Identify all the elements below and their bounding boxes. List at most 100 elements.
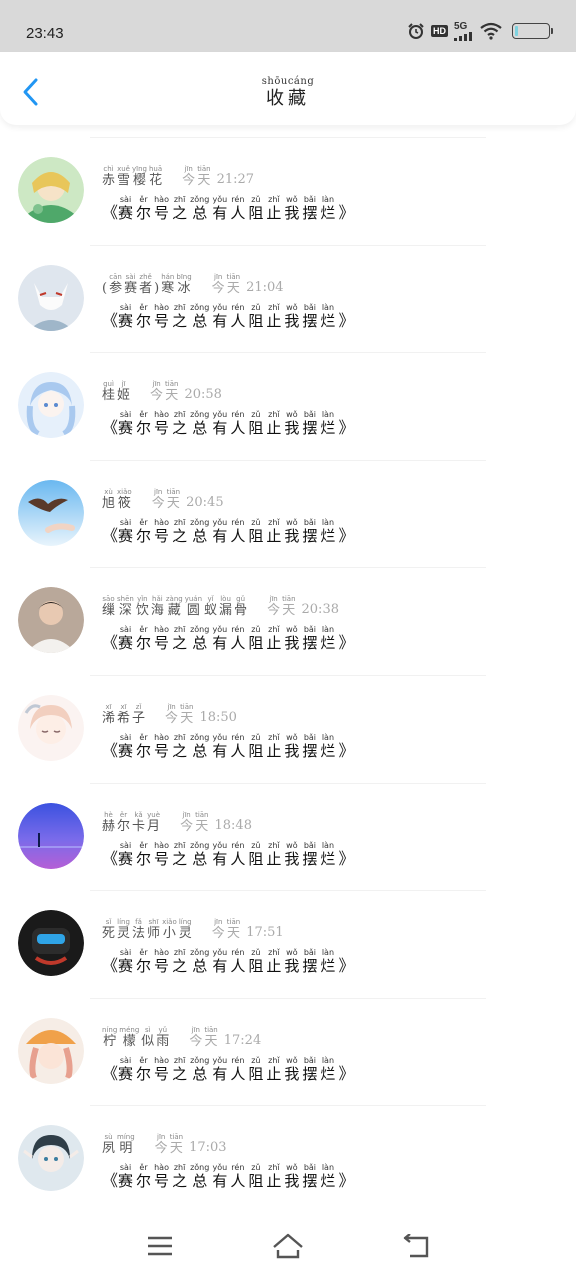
avatar[interactable] <box>18 802 84 869</box>
page-title-text: 收藏 <box>266 88 310 109</box>
title-char: 总zǒng <box>190 840 210 868</box>
post-title[interactable]: 《赛sài 尔ěr 号hào 之zhī 总zǒng 有yǒu 人rén 阻zǔ 止zhǐ 我wǒ 摆… <box>102 948 354 976</box>
list-item[interactable]: 旭xù 筱xiǎo 今jīn 天tiān 20:45 《赛sài 尔ěr 号hào 之zhī 总z… <box>0 459 576 568</box>
nickname: 赤chì 雪xuě 樱yīng 花huā <box>102 165 164 188</box>
nickname-char: 雪xuě <box>117 165 131 188</box>
list-item[interactable]: 桂guì 姬jī 今jīn 天tiān 20:58 《赛sài 尔ěr 号hào 之zhī 总zǒ… <box>0 352 576 460</box>
day-char: 今jīn <box>165 702 179 726</box>
title-char: 之zhī <box>172 1163 188 1191</box>
avatar-dark-robot <box>18 910 84 977</box>
nickname-char: 灵líng <box>178 918 192 942</box>
day-char: 今jīn <box>211 918 225 942</box>
post-title-text: 赛sài 尔ěr 号hào 之zhī 总zǒng 有yǒu 人rén 阻zǔ 止zhǐ 我wǒ 摆b… <box>118 733 338 761</box>
list-item[interactable]: 柠níng 檬méng 似sì 雨yǔ 今jīn 天tiān 17:24 《赛sài 尔ěr 号h… <box>0 997 576 1106</box>
title-char: 止zhǐ <box>266 1163 282 1191</box>
system-back-button[interactable] <box>396 1230 436 1262</box>
avatar-bird-sky <box>18 479 84 546</box>
avatar[interactable] <box>18 372 84 439</box>
timestamp: 17:03 <box>189 1140 227 1156</box>
avatar[interactable] <box>18 587 84 654</box>
title-char: 之zhī <box>172 195 188 222</box>
nickname-char: 法fǎ <box>132 918 146 942</box>
avatar[interactable] <box>18 157 84 223</box>
title-char: 我wǒ <box>284 1163 300 1191</box>
title-char: 有yǒu <box>212 410 228 438</box>
post-title[interactable]: 《赛sài 尔ěr 号hào 之zhī 总zǒng 有yǒu 人rén 阻zǔ 止zhǐ 我wǒ 摆… <box>102 625 354 653</box>
title-close-mark: 》 <box>338 1063 355 1083</box>
post-title[interactable]: 《赛sài 尔ěr 号hào 之zhī 总zǒng 有yǒu 人rén 阻zǔ 止zhǐ 我wǒ 摆… <box>102 303 354 331</box>
post-title-text: 赛sài 尔ěr 号hào 之zhī 总zǒng 有yǒu 人rén 阻zǔ 止zhǐ 我wǒ 摆b… <box>118 518 338 546</box>
title-open-mark: 《 <box>102 740 119 760</box>
title-char: 号hào <box>154 732 170 760</box>
item-meta: 死sǐ 灵líng 法fǎ 师shī 小xiǎo 灵líng 今jīn 天tiān 17:51 <box>102 918 284 941</box>
nickname: 夙sù 明míng <box>102 1133 137 1156</box>
title-char: 之zhī <box>172 517 188 545</box>
nickname: 缫sāo 深shēn 饮yǐn 海hǎi 藏zàng 圆yuán 蚁yǐ 漏lòu 骨gǔ <box>102 595 249 618</box>
nickname-char: 师shī <box>147 918 161 942</box>
post-title[interactable]: 《赛sài 尔ěr 号hào 之zhī 总zǒng 有yǒu 人rén 阻zǔ 止zhǐ 我wǒ 摆… <box>102 410 354 438</box>
title-char: 赛sài <box>118 302 134 330</box>
day-char: 天tiān <box>197 165 211 188</box>
list-item[interactable]: (参cān 赛sài 者zhě) 寒hán 冰bīng 今jīn 天tiān 21:04 《赛s… <box>0 244 576 353</box>
timestamp: 20:58 <box>184 387 222 403</box>
title-close-mark: 》 <box>338 956 355 976</box>
title-char: 之zhī <box>172 410 188 438</box>
nickname-char: 希xī <box>117 702 131 726</box>
post-title[interactable]: 《赛sài 尔ěr 号hào 之zhī 总zǒng 有yǒu 人rén 阻zǔ 止zhǐ 我wǒ 摆… <box>102 733 354 761</box>
title-char: 之zhī <box>172 840 188 868</box>
item-meta: 浠xī 希xī 子zǐ 今jīn 天tiān 18:50 <box>102 703 237 726</box>
list-item[interactable]: 赤chì 雪xuě 樱yīng 花huā 今jīn 天tiān 21:27 《赛sài 尔ěr 号… <box>0 137 576 245</box>
list-item[interactable]: 死sǐ 灵líng 法fǎ 师shī 小xiǎo 灵líng 今jīn 天tiān 17:51 《… <box>0 890 576 998</box>
avatar[interactable] <box>18 694 84 761</box>
title-char: 之zhī <box>172 625 188 653</box>
title-char: 总zǒng <box>190 195 210 222</box>
avatar-boy-photo <box>18 587 84 654</box>
day-label: 今jīn 天tiān <box>212 273 242 296</box>
menu-button[interactable] <box>140 1230 180 1262</box>
post-title[interactable]: 《赛sài 尔ěr 号hào 之zhī 总zǒng 有yǒu 人rén 阻zǔ 止zhǐ 我wǒ 摆… <box>102 1163 354 1191</box>
avatar[interactable] <box>18 1125 84 1192</box>
title-char: 我wǒ <box>284 840 300 868</box>
post-title[interactable]: 《赛sài 尔ěr 号hào 之zhī 总zǒng 有yǒu 人rén 阻zǔ 止zhǐ 我wǒ 摆… <box>102 518 354 546</box>
title-char: 尔ěr <box>136 410 152 438</box>
system-nav-bar <box>0 1216 576 1280</box>
title-char: 有yǒu <box>212 625 228 653</box>
home-button[interactable] <box>268 1230 308 1262</box>
avatar[interactable] <box>18 479 84 546</box>
list-divider <box>90 352 486 354</box>
nickname-char: 花huā <box>149 165 163 188</box>
title-close-mark: 》 <box>338 203 355 222</box>
title-close-mark: 》 <box>338 740 355 760</box>
title-close-mark: 》 <box>338 633 355 653</box>
nickname-char: 子zǐ <box>132 702 146 726</box>
title-char: 人rén <box>230 1163 246 1191</box>
title-char: 总zǒng <box>190 1055 210 1083</box>
title-char: 赛sài <box>118 840 134 868</box>
title-close-mark: 》 <box>338 310 355 330</box>
title-char: 总zǒng <box>190 732 210 760</box>
avatar[interactable] <box>18 264 84 331</box>
title-char: 尔ěr <box>136 1055 152 1083</box>
title-char: 我wǒ <box>284 948 300 976</box>
title-char: 摆bǎi <box>302 517 318 545</box>
post-title[interactable]: 《赛sài 尔ěr 号hào 之zhī 总zǒng 有yǒu 人rén 阻zǔ 止zhǐ 我wǒ 摆… <box>102 195 354 223</box>
title-char: 赛sài <box>118 517 134 545</box>
title-char: 阻zǔ <box>248 517 264 545</box>
title-char: 赛sài <box>118 948 134 976</box>
title-char: 人rén <box>230 732 246 760</box>
avatar[interactable] <box>18 1017 84 1084</box>
title-char: 止zhǐ <box>266 1055 282 1083</box>
nickname: 桂guì 姬jī <box>102 380 132 403</box>
list-item[interactable]: 缫sāo 深shēn 饮yǐn 海hǎi 藏zàng 圆yuán 蚁yǐ 漏lòu 骨gǔ 今jī… <box>0 567 576 675</box>
title-char: 我wǒ <box>284 625 300 653</box>
list-item[interactable]: 浠xī 希xī 子zǐ 今jīn 天tiān 18:50 《赛sài 尔ěr 号hào 之zhī 总… <box>0 674 576 783</box>
timestamp: 18:50 <box>199 709 237 725</box>
list-item[interactable]: 赫hè 尔ěr 卡kǎ 月yuè 今jīn 天tiān 18:48 《赛sài 尔ěr 号hào 之… <box>0 782 576 891</box>
nickname-char: 缫sāo <box>102 595 116 619</box>
post-title[interactable]: 《赛sài 尔ěr 号hào 之zhī 总zǒng 有yǒu 人rén 阻zǔ 止zhǐ 我wǒ 摆… <box>102 841 354 869</box>
title-char: 人rén <box>230 410 246 438</box>
list-item[interactable]: 夙sù 明míng 今jīn 天tiān 17:03 《赛sài 尔ěr 号hào 之zhī 总z… <box>0 1105 576 1213</box>
avatar[interactable] <box>18 910 84 977</box>
day-char: 今jīn <box>180 810 194 834</box>
post-title[interactable]: 《赛sài 尔ěr 号hào 之zhī 总zǒng 有yǒu 人rén 阻zǔ 止zhǐ 我wǒ 摆… <box>102 1056 354 1084</box>
